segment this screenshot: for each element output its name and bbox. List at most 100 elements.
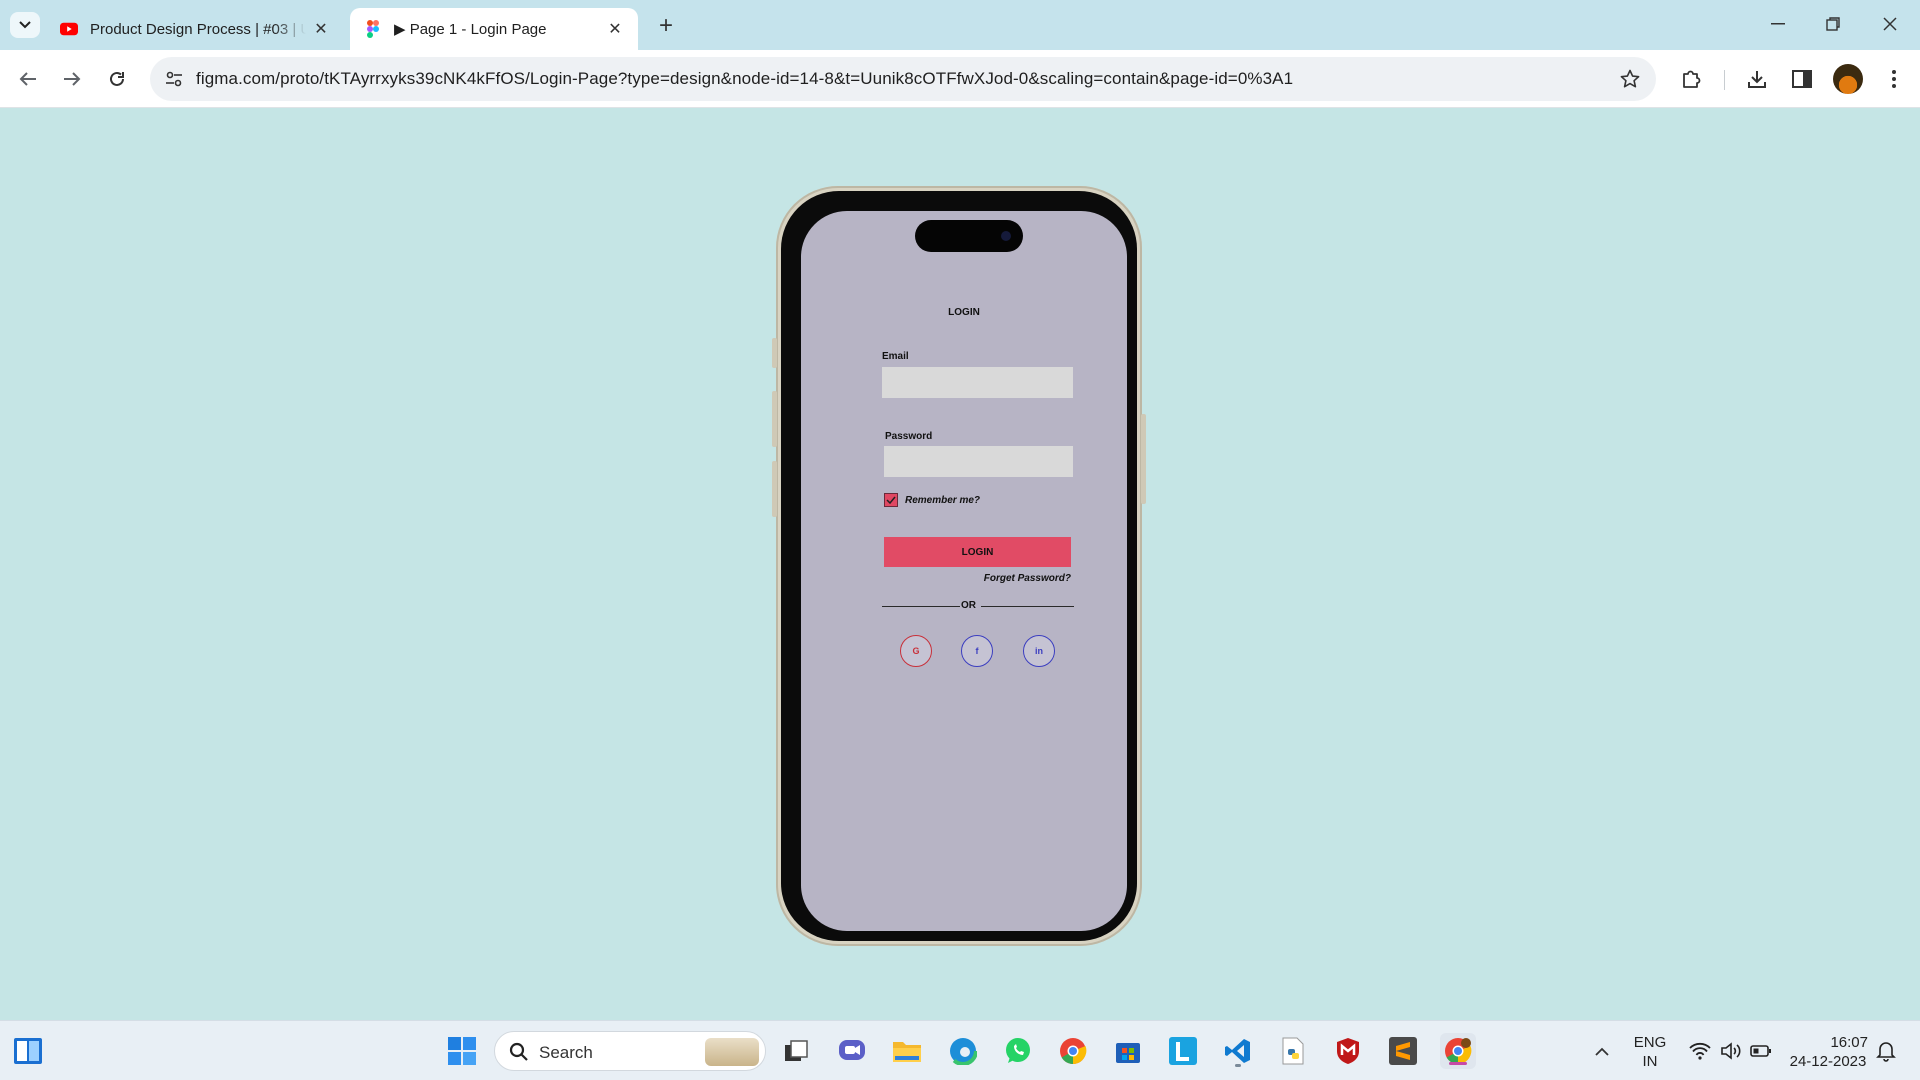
widgets-button[interactable] [10,1033,46,1069]
taskbar-search[interactable]: Search [494,1031,766,1071]
facebook-login-button[interactable]: f [961,635,993,667]
toolbar-divider [1724,70,1725,90]
downloads-button[interactable] [1742,64,1772,94]
youtube-icon [60,20,78,38]
address-bar[interactable]: figma.com/proto/tKTAyrrxyks39cNK4kFfOS/L… [150,57,1656,101]
chevron-up-icon [1595,1047,1609,1056]
clock[interactable]: 16:07 24-12-2023 [1782,1033,1874,1071]
linkedin-icon: in [1035,646,1043,656]
teams-chat-button[interactable] [834,1033,870,1069]
more-vertical-icon [1892,70,1896,88]
sublime-text-button[interactable] [1385,1033,1421,1069]
phone-volume-up [772,391,777,447]
start-button[interactable] [444,1033,480,1069]
download-icon [1748,71,1766,88]
system-status-button[interactable] [1680,1033,1780,1069]
forward-button[interactable] [56,63,88,95]
site-info-icon[interactable] [160,65,188,93]
phone-bezel: LOGIN Email Password Remember me? LOGIN … [781,191,1137,941]
bell-icon [1876,1042,1896,1062]
phone-power-button [1141,414,1146,504]
sublime-icon [1389,1037,1417,1065]
whatsapp-icon [1006,1038,1030,1063]
notifications-button[interactable] [1868,1033,1904,1069]
whatsapp-button[interactable] [1000,1033,1036,1069]
phone-action-button [772,338,777,368]
edge-button[interactable] [945,1033,981,1069]
login-button[interactable]: LOGIN [884,537,1071,567]
language-text: ENG [1633,1034,1667,1051]
url-text[interactable]: figma.com/proto/tKTAyrrxyks39cNK4kFfOS/L… [196,69,1293,89]
figma-icon [364,20,382,38]
remember-me-checkbox[interactable] [884,493,898,507]
tab-figma[interactable]: ▶ Page 1 - Login Page ✕ [350,8,638,50]
back-button[interactable] [12,63,44,95]
password-label: Password [885,431,933,442]
tab-title: ▶ Page 1 - Login Page [394,21,547,38]
close-window-button[interactable] [1872,8,1908,40]
new-tab-button[interactable]: + [652,12,680,40]
chevron-down-icon [19,21,31,29]
chrome-active-button[interactable] [1440,1033,1476,1069]
region-text: IN [1642,1053,1658,1070]
clock-time: 16:07 [1830,1034,1868,1051]
language-indicator[interactable]: ENG IN [1630,1033,1670,1071]
arrow-right-icon [64,72,81,86]
tab-search-button[interactable] [10,12,40,38]
divider-line-left [882,606,960,607]
bookmark-star-icon[interactable] [1618,67,1642,91]
python-file-icon [1282,1037,1304,1065]
close-icon [1883,17,1897,31]
battery-icon [1750,1045,1771,1057]
file-explorer-button[interactable] [889,1033,925,1069]
minimize-button[interactable] [1760,8,1796,40]
folder-icon [893,1042,921,1062]
phone-frame: LOGIN Email Password Remember me? LOGIN … [772,186,1146,946]
google-login-button[interactable]: G [900,635,932,667]
remember-me-row[interactable]: Remember me? [884,493,980,507]
login-heading: LOGIN [948,307,980,318]
mcafee-button[interactable] [1330,1033,1366,1069]
vscode-button[interactable] [1220,1033,1256,1069]
remember-me-label: Remember me? [905,494,981,506]
linkedin-login-button[interactable]: in [1023,635,1055,667]
close-tab-icon[interactable]: ✕ [606,20,624,38]
side-panel-icon [1792,70,1812,88]
extensions-button[interactable] [1677,64,1707,94]
browser-menu-button[interactable] [1879,64,1909,94]
side-panel-button[interactable] [1787,64,1817,94]
microsoft-store-button[interactable] [1110,1033,1146,1069]
active-app-indicator [1449,1062,1467,1065]
dynamic-island [915,220,1023,252]
reload-icon [110,71,124,86]
task-view-button[interactable] [778,1033,814,1069]
restore-button[interactable] [1815,8,1851,40]
tab-title: Product Design Process | #03 | UI [90,20,306,38]
email-field[interactable] [882,367,1073,398]
browser-toolbar: figma.com/proto/tKTAyrrxyks39cNK4kFfOS/L… [0,50,1920,108]
mcafee-shield-icon [1337,1038,1359,1064]
reload-button[interactable] [101,63,133,95]
chrome-button[interactable] [1055,1033,1091,1069]
login-screen: LOGIN Email Password Remember me? LOGIN … [801,211,1127,931]
close-tab-icon[interactable]: ✕ [312,20,330,38]
tab-youtube[interactable]: Product Design Process | #03 | UI ✕ [46,8,344,50]
email-label: Email [882,351,909,362]
show-hidden-icons-button[interactable] [1584,1033,1620,1069]
or-divider-text: OR [961,600,976,611]
chrome-icon [1060,1038,1087,1065]
arrow-left-icon [19,72,36,86]
chat-icon [839,1040,865,1060]
browser-tab-bar: Product Design Process | #03 | UI ✕ ▶ Pa… [0,0,1920,50]
facebook-icon: f [975,646,979,656]
chrome-profile-icon [1445,1038,1472,1065]
python-file-button[interactable] [1275,1033,1311,1069]
vscode-icon [1225,1039,1250,1063]
search-label: Search [539,1043,593,1062]
forget-password-link[interactable]: Forget Password? [984,573,1071,584]
running-indicator [1235,1064,1241,1067]
l-app-button[interactable] [1165,1033,1201,1069]
profile-avatar[interactable] [1833,64,1863,94]
password-field[interactable] [884,446,1073,477]
wifi-icon [1689,1042,1711,1060]
